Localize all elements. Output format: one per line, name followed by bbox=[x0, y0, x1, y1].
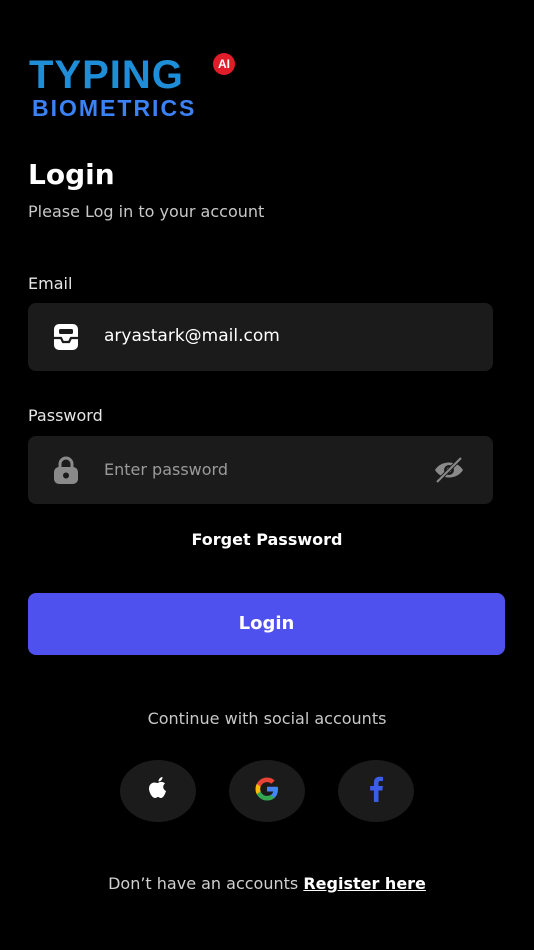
register-link[interactable]: Register here bbox=[303, 874, 426, 893]
logo-ai-badge: AI bbox=[213, 53, 235, 75]
lock-icon bbox=[50, 454, 82, 486]
inbox-icon bbox=[50, 321, 82, 353]
login-screen: TYPING AI BIOMETRICS Login Please Log in… bbox=[0, 0, 534, 950]
apple-login-button[interactable] bbox=[120, 760, 196, 822]
brand-logo: TYPING AI BIOMETRICS bbox=[29, 53, 244, 125]
email-label: Email bbox=[28, 274, 73, 293]
password-input[interactable]: Enter password bbox=[104, 460, 228, 479]
login-button[interactable]: Login bbox=[28, 593, 505, 655]
logo-text-typing: TYPING bbox=[29, 53, 184, 97]
password-label: Password bbox=[28, 406, 103, 425]
page-title: Login bbox=[28, 158, 115, 191]
logo-text-biometrics: BIOMETRICS bbox=[32, 95, 197, 121]
social-caption: Continue with social accounts bbox=[147, 709, 387, 728]
forget-password-link[interactable]: Forget Password bbox=[0, 530, 534, 549]
google-login-button[interactable] bbox=[229, 760, 305, 822]
email-input[interactable] bbox=[104, 326, 424, 346]
apple-icon bbox=[146, 776, 170, 806]
email-field[interactable] bbox=[28, 303, 493, 371]
facebook-icon bbox=[368, 776, 384, 806]
google-icon bbox=[252, 774, 282, 808]
password-field[interactable]: Enter password bbox=[28, 436, 493, 504]
facebook-login-button[interactable] bbox=[338, 760, 414, 822]
register-prompt-text: Don’t have an accounts bbox=[108, 874, 299, 893]
page-subtitle: Please Log in to your account bbox=[28, 202, 265, 221]
eye-off-icon[interactable] bbox=[433, 456, 465, 484]
register-prompt: Don’t have an accounts Register here bbox=[0, 874, 534, 893]
